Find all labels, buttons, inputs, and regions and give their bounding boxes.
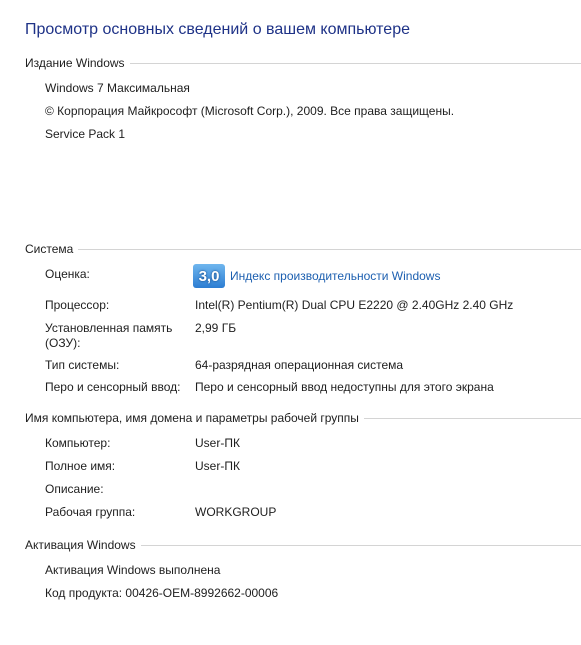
system-type-label: Тип системы: xyxy=(45,358,120,372)
product-key-label: Код продукта: xyxy=(45,586,123,600)
page-title: Просмотр основных сведений о вашем компь… xyxy=(25,21,410,38)
performance-score-icon[interactable]: 3,0 xyxy=(193,264,225,288)
performance-index-link[interactable]: Индекс производительности Windows xyxy=(230,269,440,283)
section-activation-label: Активация Windows xyxy=(25,538,136,552)
system-type-value: 64-разрядная операционная система xyxy=(195,358,404,372)
section-computer-header: Имя компьютера, имя домена и параметры р… xyxy=(25,410,581,426)
section-divider xyxy=(363,417,581,419)
full-name-value: User-ПК xyxy=(195,459,240,473)
full-name-label: Полное имя: xyxy=(45,459,116,473)
memory-label-line1: Установленная память xyxy=(45,321,173,335)
processor-label: Процессор: xyxy=(45,298,110,312)
copyright-text: © Корпорация Майкрософт (Microsoft Corp.… xyxy=(45,104,455,118)
workgroup-label: Рабочая группа: xyxy=(45,505,136,519)
section-system-label: Система xyxy=(25,242,74,256)
section-activation-header: Активация Windows xyxy=(25,537,581,553)
section-divider xyxy=(129,62,581,64)
memory-value: 2,99 ГБ xyxy=(195,321,237,335)
pen-touch-label: Перо и сенсорный ввод: xyxy=(45,380,181,394)
product-key-value: 00426-OEM-8992662-00006 xyxy=(125,586,279,600)
description-label: Описание: xyxy=(45,482,104,496)
workgroup-value: WORKGROUP xyxy=(195,505,277,519)
computer-name-label: Компьютер: xyxy=(45,436,111,450)
performance-rating[interactable]: 3,0 Индекс производительности Windows xyxy=(193,264,440,288)
section-computer-label: Имя компьютера, имя домена и параметры р… xyxy=(25,411,359,425)
windows-edition-name: Windows 7 Максимальная xyxy=(45,81,190,95)
section-edition-label: Издание Windows xyxy=(25,56,125,70)
computer-name-value: User-ПК xyxy=(195,436,240,450)
section-divider xyxy=(78,248,581,250)
section-divider xyxy=(140,544,581,546)
section-edition-header: Издание Windows xyxy=(25,55,581,71)
product-key-row: Код продукта: 00426-OEM-8992662-00006 xyxy=(45,586,278,600)
rating-label: Оценка: xyxy=(45,267,90,281)
memory-label-line2: (ОЗУ): xyxy=(45,336,81,350)
section-system-header: Система xyxy=(25,241,581,257)
activation-status: Активация Windows выполнена xyxy=(45,563,221,577)
service-pack-text: Service Pack 1 xyxy=(45,127,126,141)
pen-touch-value: Перо и сенсорный ввод недоступны для это… xyxy=(195,380,494,394)
processor-value: Intel(R) Pentium(R) Dual CPU E2220 @ 2.4… xyxy=(195,298,514,312)
